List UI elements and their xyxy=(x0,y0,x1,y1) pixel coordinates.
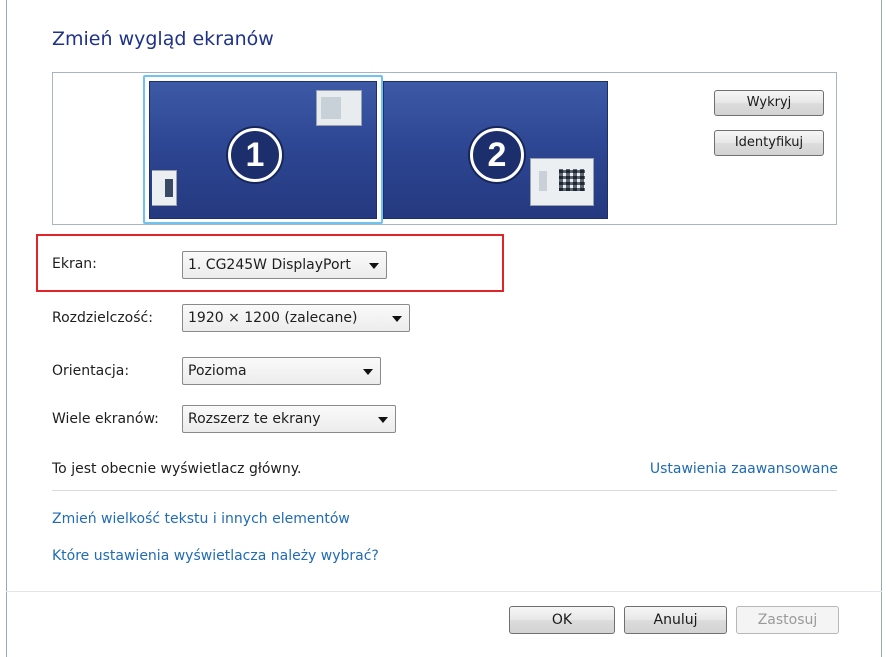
keypad-window-icon xyxy=(530,158,594,206)
page-title: Zmień wygląd ekranów xyxy=(52,28,274,50)
section-divider xyxy=(52,490,837,491)
chevron-down-icon xyxy=(363,369,373,375)
text-size-link[interactable]: Zmień wielkość tekstu i innych elementów xyxy=(52,511,350,527)
chevron-down-icon xyxy=(392,316,402,322)
footer-divider xyxy=(6,591,882,592)
monitor-preview-area: 1 2 Wykryj Identyfikuj xyxy=(52,72,837,225)
which-settings-link[interactable]: Które ustawienia wyświetlacza należy wyb… xyxy=(52,548,379,564)
primary-display-status: To jest obecnie wyświetlacz główny. xyxy=(52,461,302,477)
multiple-displays-label: Wiele ekranów: xyxy=(52,411,159,427)
display-label: Ekran: xyxy=(52,256,97,272)
detect-button[interactable]: Wykryj xyxy=(714,90,824,116)
chevron-down-icon xyxy=(369,263,379,269)
cancel-button[interactable]: Anuluj xyxy=(624,606,727,634)
window-thumbnail-icon xyxy=(316,90,362,126)
orientation-dropdown[interactable]: Pozioma xyxy=(182,357,381,385)
ok-button[interactable]: OK xyxy=(509,606,615,634)
resolution-dropdown[interactable]: 1920 × 1200 (zalecane) xyxy=(182,304,410,332)
multiple-displays-dropdown-value: Rozszerz te ekrany xyxy=(188,411,321,427)
identify-button[interactable]: Identyfikuj xyxy=(714,130,824,156)
advanced-settings-link[interactable]: Ustawienia zaawansowane xyxy=(650,461,838,477)
resolution-dropdown-value: 1920 × 1200 (zalecane) xyxy=(188,310,358,326)
multiple-displays-dropdown[interactable]: Rozszerz te ekrany xyxy=(182,405,396,433)
monitor-1[interactable]: 1 xyxy=(149,81,377,219)
monitor-number-badge: 1 xyxy=(228,128,282,182)
resolution-label: Rozdzielczość: xyxy=(52,310,153,326)
chevron-down-icon xyxy=(378,417,388,423)
apply-button[interactable]: Zastosuj xyxy=(736,606,839,634)
monitor-2[interactable]: 2 xyxy=(383,81,608,219)
display-dropdown-value: 1. CG245W DisplayPort xyxy=(188,257,351,273)
display-dropdown[interactable]: 1. CG245W DisplayPort xyxy=(182,251,387,279)
monitor-number-badge: 2 xyxy=(470,128,524,182)
orientation-dropdown-value: Pozioma xyxy=(188,363,247,379)
window-thumbnail-icon xyxy=(152,170,177,206)
grid-icon xyxy=(559,169,585,191)
orientation-label: Orientacja: xyxy=(52,363,130,379)
